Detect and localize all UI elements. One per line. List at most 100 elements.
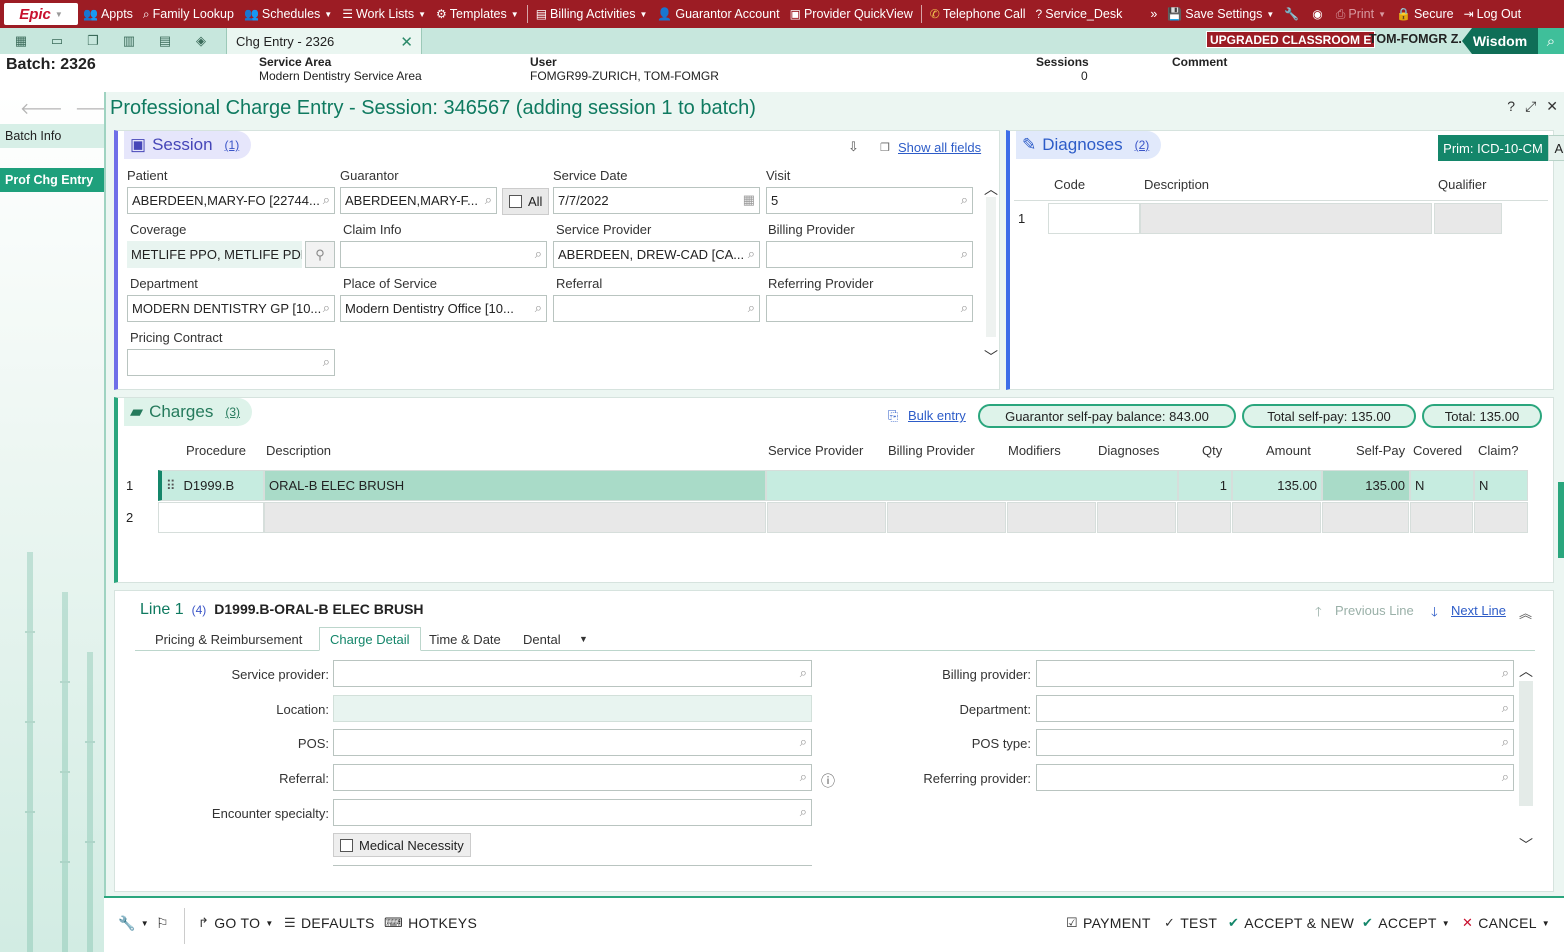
- search-icon[interactable]: ⌕: [323, 192, 330, 208]
- providers-cell[interactable]: [766, 470, 1178, 501]
- prim-icd10-button[interactable]: Prim: ICD-10-CM: [1438, 135, 1548, 161]
- payment-button[interactable]: ☑ PAYMENT: [1066, 915, 1151, 931]
- search-icon[interactable]: ⌕: [323, 300, 330, 316]
- qty-cell[interactable]: 1: [1178, 470, 1232, 501]
- pin-button[interactable]: ⚐: [156, 915, 169, 932]
- pricing-contract-field[interactable]: ⌕: [127, 349, 335, 376]
- hotkeys-button[interactable]: ⌨ HOTKEYS: [384, 915, 477, 931]
- info-icon[interactable]: ⓘ: [821, 771, 835, 791]
- search-icon[interactable]: ⌕: [535, 246, 542, 262]
- accept-new-button[interactable]: ✔ ACCEPT & NEW: [1228, 915, 1354, 931]
- description-cell[interactable]: [264, 502, 766, 533]
- pos-type-input[interactable]: ⌕: [1036, 729, 1514, 756]
- search-icon[interactable]: ⌕: [748, 246, 755, 262]
- search-icon[interactable]: ⌕: [1502, 665, 1509, 681]
- diagnoses-count-link[interactable]: (2): [1135, 138, 1150, 152]
- batch-list-button[interactable]: ▦: [6, 30, 36, 52]
- medical-necessity-checkbox[interactable]: Medical Necessity: [333, 833, 471, 857]
- search-icon[interactable]: ⌕: [800, 804, 807, 820]
- table-row[interactable]: 1 ⠿ D1999.B ORAL-B ELEC BRUSH 1 135.00 13…: [122, 470, 1528, 501]
- show-all-fields-link[interactable]: Show all fields: [898, 140, 981, 155]
- pos-input[interactable]: ⌕: [333, 729, 812, 756]
- self-pay-cell[interactable]: [1322, 502, 1409, 533]
- search-icon[interactable]: ⌕: [800, 769, 807, 785]
- search-button[interactable]: ⌕: [1538, 28, 1564, 54]
- qty-cell[interactable]: [1177, 502, 1231, 533]
- billing-provider-input[interactable]: ⌕: [1036, 660, 1514, 687]
- side-collapse-handle[interactable]: [1558, 482, 1564, 558]
- covered-cell[interactable]: [1410, 502, 1473, 533]
- telephone-call-button[interactable]: ✆ Telephone Call: [925, 0, 1031, 28]
- search-icon[interactable]: ⌕: [1502, 734, 1509, 750]
- diagnosis-qualifier-cell[interactable]: [1434, 203, 1502, 234]
- family-lookup-button[interactable]: ⌕ Family Lookup: [138, 0, 239, 28]
- tab-dental[interactable]: Dental: [513, 627, 571, 651]
- session-scrollbar[interactable]: [986, 197, 996, 337]
- scroll-up-icon[interactable]: ︿: [1519, 661, 1533, 681]
- guarantor-account-button[interactable]: 👤 Guarantor Account: [652, 0, 784, 28]
- claim-cell[interactable]: [1474, 502, 1528, 533]
- sidebar-item-batch-info[interactable]: Batch Info: [0, 124, 104, 148]
- calendar-icon[interactable]: ▦: [743, 192, 755, 208]
- search-icon[interactable]: ⌕: [535, 300, 542, 316]
- tab-time-date[interactable]: Time & Date: [419, 627, 511, 651]
- place-of-service-field[interactable]: Modern Dentistry Office [10... ⌕: [340, 295, 547, 322]
- line-scrollbar[interactable]: [1519, 681, 1533, 806]
- coverage-lookup-button[interactable]: ⚲: [305, 241, 335, 268]
- claim-info-field[interactable]: ⌕: [340, 241, 547, 268]
- session-count-link[interactable]: (1): [225, 138, 240, 152]
- wisdom-button[interactable]: Wisdom: [1462, 28, 1538, 54]
- drag-handle-icon[interactable]: ⠿: [166, 478, 176, 494]
- line-count-link[interactable]: (4): [192, 603, 207, 617]
- service-date-field[interactable]: 7/7/2022 ▦: [553, 187, 760, 214]
- referral-input[interactable]: ⌕: [333, 764, 812, 791]
- scroll-down-icon[interactable]: ﹀: [1519, 835, 1533, 855]
- search-icon[interactable]: ⌕: [1502, 700, 1509, 716]
- referral-field[interactable]: ⌕: [553, 295, 760, 322]
- description-cell[interactable]: ORAL-B ELEC BRUSH: [264, 470, 766, 501]
- tab-pricing-reimbursement[interactable]: Pricing & Reimbursement: [145, 627, 312, 651]
- table-row[interactable]: 2: [122, 502, 1528, 533]
- billing-provider-field[interactable]: ⌕: [766, 241, 973, 268]
- test-button[interactable]: ✓ TEST: [1164, 915, 1217, 931]
- all-checkbox[interactable]: All: [502, 188, 550, 215]
- search-icon[interactable]: ⌕: [961, 246, 968, 262]
- accept-button[interactable]: ✔ ACCEPT ▼: [1362, 915, 1450, 931]
- scroll-up-icon[interactable]: ︿: [984, 179, 998, 199]
- patient-field[interactable]: ABERDEEN,MARY-FO [22744... ⌕: [127, 187, 335, 214]
- log-out-button[interactable]: ⇥ Log Out: [1459, 0, 1527, 28]
- globe-button[interactable]: ◉: [1307, 0, 1330, 28]
- more-tabs-button[interactable]: ▼: [569, 627, 598, 651]
- referring-provider-input[interactable]: ⌕: [1036, 764, 1514, 791]
- stack-button[interactable]: ◈: [186, 30, 216, 52]
- service-desk-button[interactable]: ? Service_Desk: [1031, 0, 1128, 28]
- tools-button[interactable]: 🔧: [1279, 0, 1307, 28]
- bulk-entry-link[interactable]: Bulk entry: [908, 408, 966, 423]
- diagnoses-cell[interactable]: [1097, 502, 1176, 533]
- previous-line-link[interactable]: Previous Line: [1335, 603, 1414, 618]
- help-icon[interactable]: ?: [1507, 98, 1515, 115]
- amount-cell[interactable]: 135.00: [1232, 470, 1322, 501]
- inbox-button[interactable]: ▭: [42, 30, 72, 52]
- collapse-icon[interactable]: ︽: [1519, 603, 1532, 622]
- templates-button[interactable]: ⚙ Templates ▼: [431, 0, 524, 28]
- save-settings-button[interactable]: 💾 Save Settings ▼: [1162, 0, 1279, 28]
- tools-menu-button[interactable]: 🔧 ▼: [118, 915, 149, 932]
- amount-cell[interactable]: [1232, 502, 1321, 533]
- search-icon[interactable]: ⌕: [1502, 769, 1509, 785]
- encounter-specialty-input[interactable]: ⌕: [333, 799, 812, 826]
- goto-button[interactable]: ↱ GO TO ▼: [198, 915, 274, 931]
- self-pay-cell[interactable]: 135.00: [1322, 470, 1410, 501]
- search-icon[interactable]: ⌕: [961, 192, 968, 208]
- tab-chg-entry[interactable]: Chg Entry - 2326 ✕: [226, 28, 422, 54]
- expand-icon[interactable]: ⤢: [1525, 98, 1536, 115]
- table-button[interactable]: ▤: [150, 30, 180, 52]
- diagnosis-description-cell[interactable]: [1140, 203, 1432, 234]
- secure-button[interactable]: 🔒 Secure: [1391, 0, 1459, 28]
- service-provider-field[interactable]: ABERDEEN, DREW-CAD [CA... ⌕: [553, 241, 760, 268]
- close-icon[interactable]: ✕: [1546, 98, 1558, 115]
- service-provider-input[interactable]: ⌕: [333, 660, 812, 687]
- diagnosis-code-cell[interactable]: [1048, 203, 1140, 234]
- procedure-cell[interactable]: [158, 502, 264, 533]
- provider-quickview-button[interactable]: ▣ Provider QuickView: [785, 0, 918, 28]
